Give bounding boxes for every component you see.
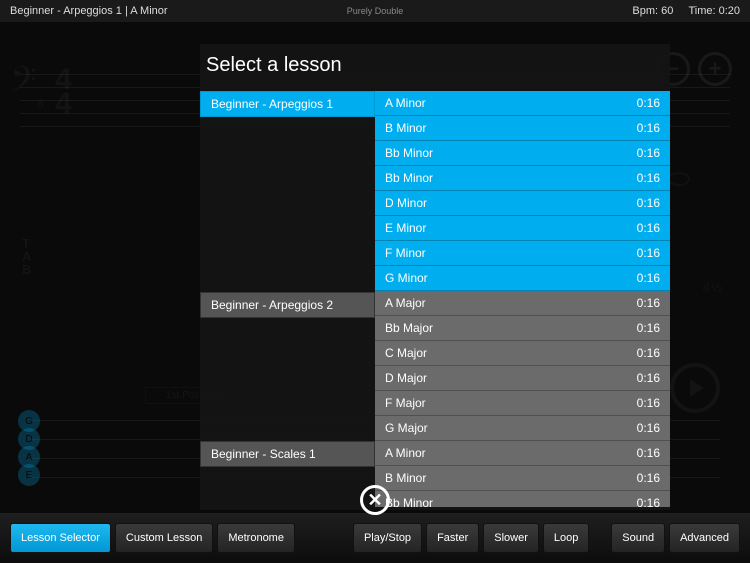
lesson-item[interactable]: Bb Minor 0:16 <box>375 141 670 166</box>
tab-label: T A B <box>22 237 31 276</box>
lesson-duration: 0:16 <box>637 246 660 260</box>
slower-button[interactable]: Slower <box>483 523 539 553</box>
lesson-item[interactable]: G Minor 0:16 <box>375 266 670 291</box>
lesson-name: B Minor <box>385 121 426 135</box>
lesson-item[interactable]: D Minor 0:16 <box>375 191 670 216</box>
category-column: Beginner - Arpeggios 1 Beginner - Arpeggi… <box>200 91 375 507</box>
lesson-duration: 0:16 <box>637 396 660 410</box>
advance-arrow-icon[interactable] <box>670 363 720 413</box>
brand-logo: Purely Double <box>347 6 404 16</box>
loop-button[interactable]: Loop <box>543 523 589 553</box>
lesson-name: G Minor <box>385 271 428 285</box>
half-note-icon <box>668 172 690 186</box>
lesson-duration: 0:16 <box>637 296 660 310</box>
modal-title: Select a lesson <box>200 44 670 91</box>
lesson-duration: 0:16 <box>637 421 660 435</box>
lesson-item[interactable]: B Minor 0:16 <box>375 116 670 141</box>
lesson-name: Bb Minor <box>385 171 433 185</box>
lesson-duration: 0:16 <box>637 321 660 335</box>
category-item[interactable]: Beginner - Arpeggios 2 <box>200 292 375 318</box>
lesson-item[interactable]: F Minor 0:16 <box>375 241 670 266</box>
lesson-duration: 0:16 <box>637 346 660 360</box>
lesson-item[interactable]: G Major 0:16 <box>375 416 670 441</box>
lesson-item[interactable]: A Major 0:16 <box>375 291 670 316</box>
lesson-name: Bb Minor <box>385 146 433 160</box>
lesson-duration: 0:16 <box>637 96 660 110</box>
bpm-label: Bpm: 60 <box>632 5 673 17</box>
string-note: E <box>18 464 40 486</box>
breadcrumb: Beginner - Arpeggios 1 | A Minor <box>10 5 168 17</box>
advanced-button[interactable]: Advanced <box>669 523 740 553</box>
lesson-duration: 0:16 <box>637 271 660 285</box>
lesson-duration: 0:16 <box>637 471 660 485</box>
lesson-name: D Major <box>385 371 427 385</box>
lesson-selector-modal: Select a lesson Beginner - Arpeggios 1Be… <box>200 44 670 510</box>
lesson-item[interactable]: A Minor 0:16 <box>375 441 670 466</box>
lesson-name: A Major <box>385 296 426 310</box>
play-stop-button[interactable]: Play/Stop <box>353 523 422 553</box>
lesson-duration: 0:16 <box>637 446 660 460</box>
bottom-toolbar: Lesson Selector Custom Lesson Metronome … <box>0 513 750 563</box>
lesson-duration: 0:16 <box>637 371 660 385</box>
lesson-item[interactable]: B Minor 0:16 <box>375 466 670 491</box>
category-item[interactable]: Beginner - Arpeggios 1 <box>200 91 375 117</box>
status-right: Bpm: 60 Time: 0:20 <box>632 5 740 17</box>
lesson-name: Bb Major <box>385 321 433 335</box>
lesson-item[interactable]: C Major 0:16 <box>375 341 670 366</box>
lesson-column: A Minor0:16B Minor0:16Bb Minor0:16Bb Min… <box>375 91 670 507</box>
lesson-item[interactable]: Bb Major 0:16 <box>375 316 670 341</box>
lesson-name: F Minor <box>385 246 426 260</box>
lesson-item[interactable]: Bb Minor 0:16 <box>375 491 670 507</box>
lesson-duration: 0:16 <box>637 221 660 235</box>
lesson-name: F Major <box>385 396 426 410</box>
lesson-name: B Minor <box>385 471 426 485</box>
lesson-name: E Minor <box>385 221 426 235</box>
lesson-duration: 0:16 <box>637 196 660 210</box>
lesson-name: G Major <box>385 421 428 435</box>
metronome-button[interactable]: Metronome <box>217 523 295 553</box>
category-item[interactable]: Beginner - Scales 1 <box>200 441 375 467</box>
lesson-name: D Minor <box>385 196 427 210</box>
lesson-duration: 0:16 <box>637 121 660 135</box>
lesson-duration: 0:16 <box>637 496 660 507</box>
lesson-duration: 0:16 <box>637 146 660 160</box>
lesson-item[interactable]: Bb Minor 0:16 <box>375 166 670 191</box>
lesson-name: A Minor <box>385 446 426 460</box>
lesson-item[interactable]: E Minor 0:16 <box>375 216 670 241</box>
lesson-name: A Minor <box>385 96 426 110</box>
lesson-duration: 0:16 <box>637 171 660 185</box>
close-icon[interactable]: ✕ <box>360 485 390 515</box>
lesson-name: Bb Minor <box>385 496 433 507</box>
top-bar: Beginner - Arpeggios 1 | A Minor Purely … <box>0 0 750 22</box>
time-label: Time: 0:20 <box>688 5 740 17</box>
lesson-selector-button[interactable]: Lesson Selector <box>10 523 111 553</box>
faster-button[interactable]: Faster <box>426 523 479 553</box>
custom-lesson-button[interactable]: Custom Lesson <box>115 523 213 553</box>
lesson-item[interactable]: A Minor 0:16 <box>375 91 670 116</box>
lesson-name: C Major <box>385 346 427 360</box>
lesson-item[interactable]: D Major 0:16 <box>375 366 670 391</box>
lesson-item[interactable]: F Major 0:16 <box>375 391 670 416</box>
position-fraction: 4½ <box>703 279 722 295</box>
sound-button[interactable]: Sound <box>611 523 665 553</box>
